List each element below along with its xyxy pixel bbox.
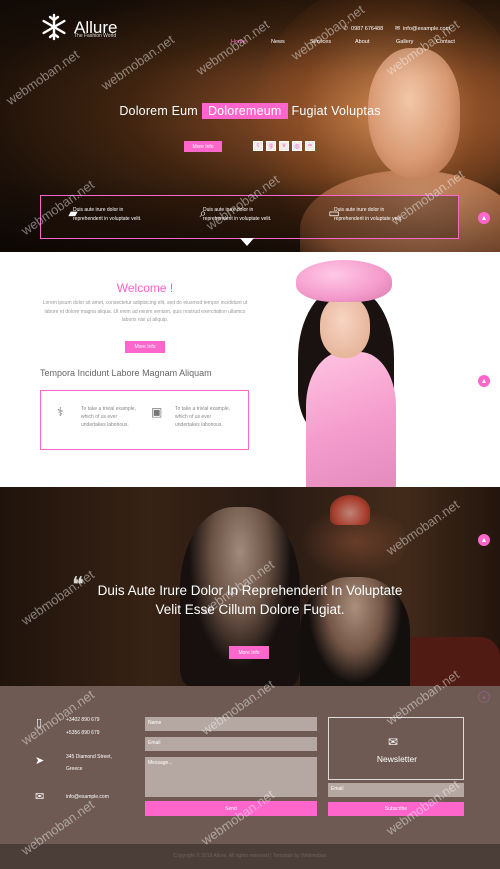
welcome-subtitle: Tempora Incidunt Labore Magnam Aliquam [40, 368, 212, 378]
scroll-up-button[interactable]: ▲ [478, 691, 490, 703]
footer-phones: +3402 890 679 +5356 890 679 [66, 717, 100, 736]
flickr-icon[interactable]: •• [305, 141, 315, 151]
scroll-up-button[interactable]: ▲ [478, 534, 490, 546]
hero-section: Allure The Fashion World ✆ 0987 676488 ✉… [0, 0, 500, 252]
nav-news[interactable]: News [271, 39, 285, 45]
vimeo-icon[interactable]: v [279, 141, 289, 151]
caduceus-icon: ⚕ [57, 405, 64, 419]
footer: ▯ +3402 890 679 +5356 890 679 ➤ 345 Diam… [0, 686, 500, 844]
welcome-item: ▣ To take a trivial example, which of us… [151, 405, 231, 428]
scroll-up-button[interactable]: ▲ [478, 212, 490, 224]
subscribe-button[interactable]: Subscribe [328, 802, 464, 816]
brand-tagline: The Fashion World [74, 33, 117, 39]
paper-plane-icon: ➤ [35, 755, 45, 767]
mobile-phone-icon: ▯ [36, 717, 43, 729]
google-plus-icon[interactable]: g [266, 141, 276, 151]
copyright: Copyright © 2016 Allure. All rights rese… [0, 844, 500, 869]
nav-contact[interactable]: Contact [436, 39, 455, 45]
newsletter-title: Newsletter [376, 754, 418, 764]
envelope-icon: ✉ [35, 791, 45, 803]
nav-home[interactable]: Home [231, 39, 246, 45]
footer-email[interactable]: info@example.com [66, 793, 109, 802]
banner-quote: Duis Aute Irure Dolor In Reprehenderit I… [97, 583, 403, 617]
contact-name-field[interactable]: Name [145, 717, 317, 731]
welcome-title: Welcome ! [116, 281, 174, 295]
phone-icon: ✆ [343, 26, 349, 32]
newsletter-email-field[interactable]: Email [328, 783, 464, 797]
welcome-text: Lorem ipsum dolor sit amet, consectetur … [42, 300, 248, 323]
feature-item: ▭ Duis aute irure dolor in reprehenderit… [324, 206, 412, 224]
quote-icon: ❝ [72, 573, 84, 598]
monitor-icon: ▭ [328, 206, 340, 220]
feature-item: ⌕ Duis aute irure dolor in reprehenderit… [193, 206, 281, 224]
snowflake-icon [42, 13, 66, 41]
down-arrow-icon [240, 238, 254, 246]
footer-address: 345 Diamond Street, Greece [66, 754, 112, 772]
image-icon: ▣ [151, 405, 163, 419]
folder-icon: ▰ [68, 206, 78, 220]
banner-more-info-button[interactable]: More Info [229, 646, 269, 659]
search-icon: ⌕ [199, 206, 207, 220]
brand-logo[interactable]: Allure The Fashion World [40, 13, 117, 41]
dribbble-icon[interactable]: ◎ [292, 141, 302, 151]
scroll-up-button[interactable]: ▲ [478, 375, 490, 387]
hero-features: ▰ Duis aute irure dolor in reprehenderit… [40, 195, 459, 239]
contact-message-field[interactable]: Message... [145, 757, 317, 797]
feature-item: ▰ Duis aute irure dolor in reprehenderit… [63, 206, 151, 224]
envelope-icon: ✉ [395, 26, 401, 32]
header-phone: ✆ 0987 676488 [343, 25, 384, 33]
quote-banner: ❝ Duis Aute Irure Dolor In Reprehenderit… [0, 487, 500, 686]
nav-gallery[interactable]: Gallery [396, 39, 413, 45]
welcome-photo [280, 252, 430, 487]
welcome-item: ⚕ To take a trivial example, which of us… [57, 405, 137, 428]
twitter-icon[interactable]: t [253, 141, 263, 151]
nav-services[interactable]: Services [310, 39, 331, 45]
contact-email-field[interactable]: Email [145, 737, 317, 751]
social-links: t g v ◎ •• [253, 141, 315, 151]
hero-title-highlight: Doloremeum [201, 103, 288, 119]
hero-more-info-button[interactable]: More Info [184, 141, 222, 152]
welcome-more-info-button[interactable]: More Info [125, 341, 165, 353]
send-button[interactable]: Send [145, 801, 317, 816]
welcome-items: ⚕ To take a trivial example, which of us… [40, 390, 249, 450]
header-email[interactable]: ✉ info@example.com [395, 25, 450, 33]
envelope-icon: ✉ [388, 735, 399, 749]
hero-title: Dolorem Eum Doloremeum Fugiat Voluptas [119, 103, 381, 119]
newsletter-box: ✉ Newsletter [328, 717, 464, 780]
nav-about[interactable]: About [355, 39, 369, 45]
